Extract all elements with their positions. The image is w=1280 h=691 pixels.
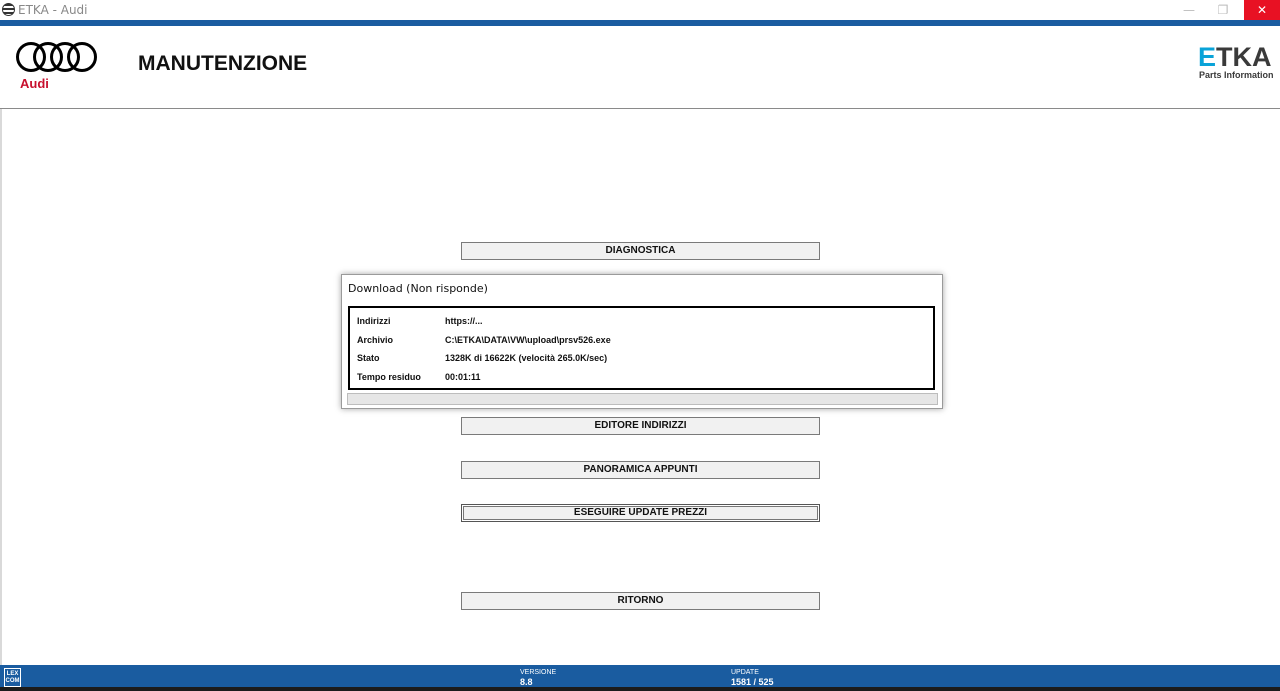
etka-logo-subtitle: Parts Information xyxy=(1199,70,1274,80)
audi-rings-logo-icon xyxy=(16,42,98,72)
download-progress-bar xyxy=(347,393,938,405)
info-value: C:\ETKA\DATA\VW\upload\prsv526.exe xyxy=(445,335,611,345)
info-label: Tempo residuo xyxy=(357,372,421,382)
info-label: Stato xyxy=(357,353,380,363)
etka-logo-e: E xyxy=(1198,42,1217,72)
info-value: 1328K di 16622K (velocità 265.0K/sec) xyxy=(445,353,608,363)
window-title: ETKA - Audi xyxy=(18,3,88,17)
info-label: Archivio xyxy=(357,335,394,345)
audi-brand-text: Audi xyxy=(20,76,49,91)
info-value: https://... xyxy=(445,316,483,326)
etka-app-icon xyxy=(2,3,15,16)
info-label: Indirizzi xyxy=(357,316,391,326)
ritorno-button[interactable]: RITORNO xyxy=(461,592,820,610)
lexcom-logo-icon: LEX COM xyxy=(4,668,21,687)
left-border xyxy=(0,109,2,665)
dialog-title: Download (Non risponde) xyxy=(348,282,488,295)
maximize-button[interactable]: ❐ xyxy=(1206,0,1240,20)
eseguire-update-prezzi-button[interactable]: ESEGUIRE UPDATE PREZZI xyxy=(461,504,820,522)
editore-indirizzi-button[interactable]: EDITORE INDIRIZZI xyxy=(461,417,820,435)
version-value: 8.8 xyxy=(520,677,533,687)
window-titlebar: ETKA - Audi — ❐ ✕ xyxy=(0,0,1280,20)
download-info-box: Indirizzi https://... Archivio C:\ETKA\D… xyxy=(348,306,935,390)
update-value: 1581 / 525 xyxy=(731,677,774,687)
info-value: 00:01:11 xyxy=(445,372,481,382)
header-divider xyxy=(0,108,1280,109)
panoramica-appunti-button[interactable]: PANORAMICA APPUNTI xyxy=(461,461,820,479)
etka-logo-rest: TKA xyxy=(1216,42,1272,72)
lexcom-line1: LEX xyxy=(6,671,19,677)
page-title: MANUTENZIONE xyxy=(138,52,308,75)
update-label: UPDATE xyxy=(731,669,759,676)
minimize-button[interactable]: — xyxy=(1172,0,1206,20)
diagnostica-button[interactable]: DIAGNOSTICA xyxy=(461,242,820,260)
footer-bottom-strip xyxy=(0,687,1280,691)
download-dialog: Download (Non risponde) Indirizzi https:… xyxy=(341,274,943,409)
version-label: VERSIONE xyxy=(520,669,557,676)
close-button[interactable]: ✕ xyxy=(1244,0,1280,20)
etka-logo: ETKA xyxy=(1198,44,1272,71)
lexcom-line2: COM xyxy=(5,678,20,684)
audi-ring-4 xyxy=(67,42,97,72)
